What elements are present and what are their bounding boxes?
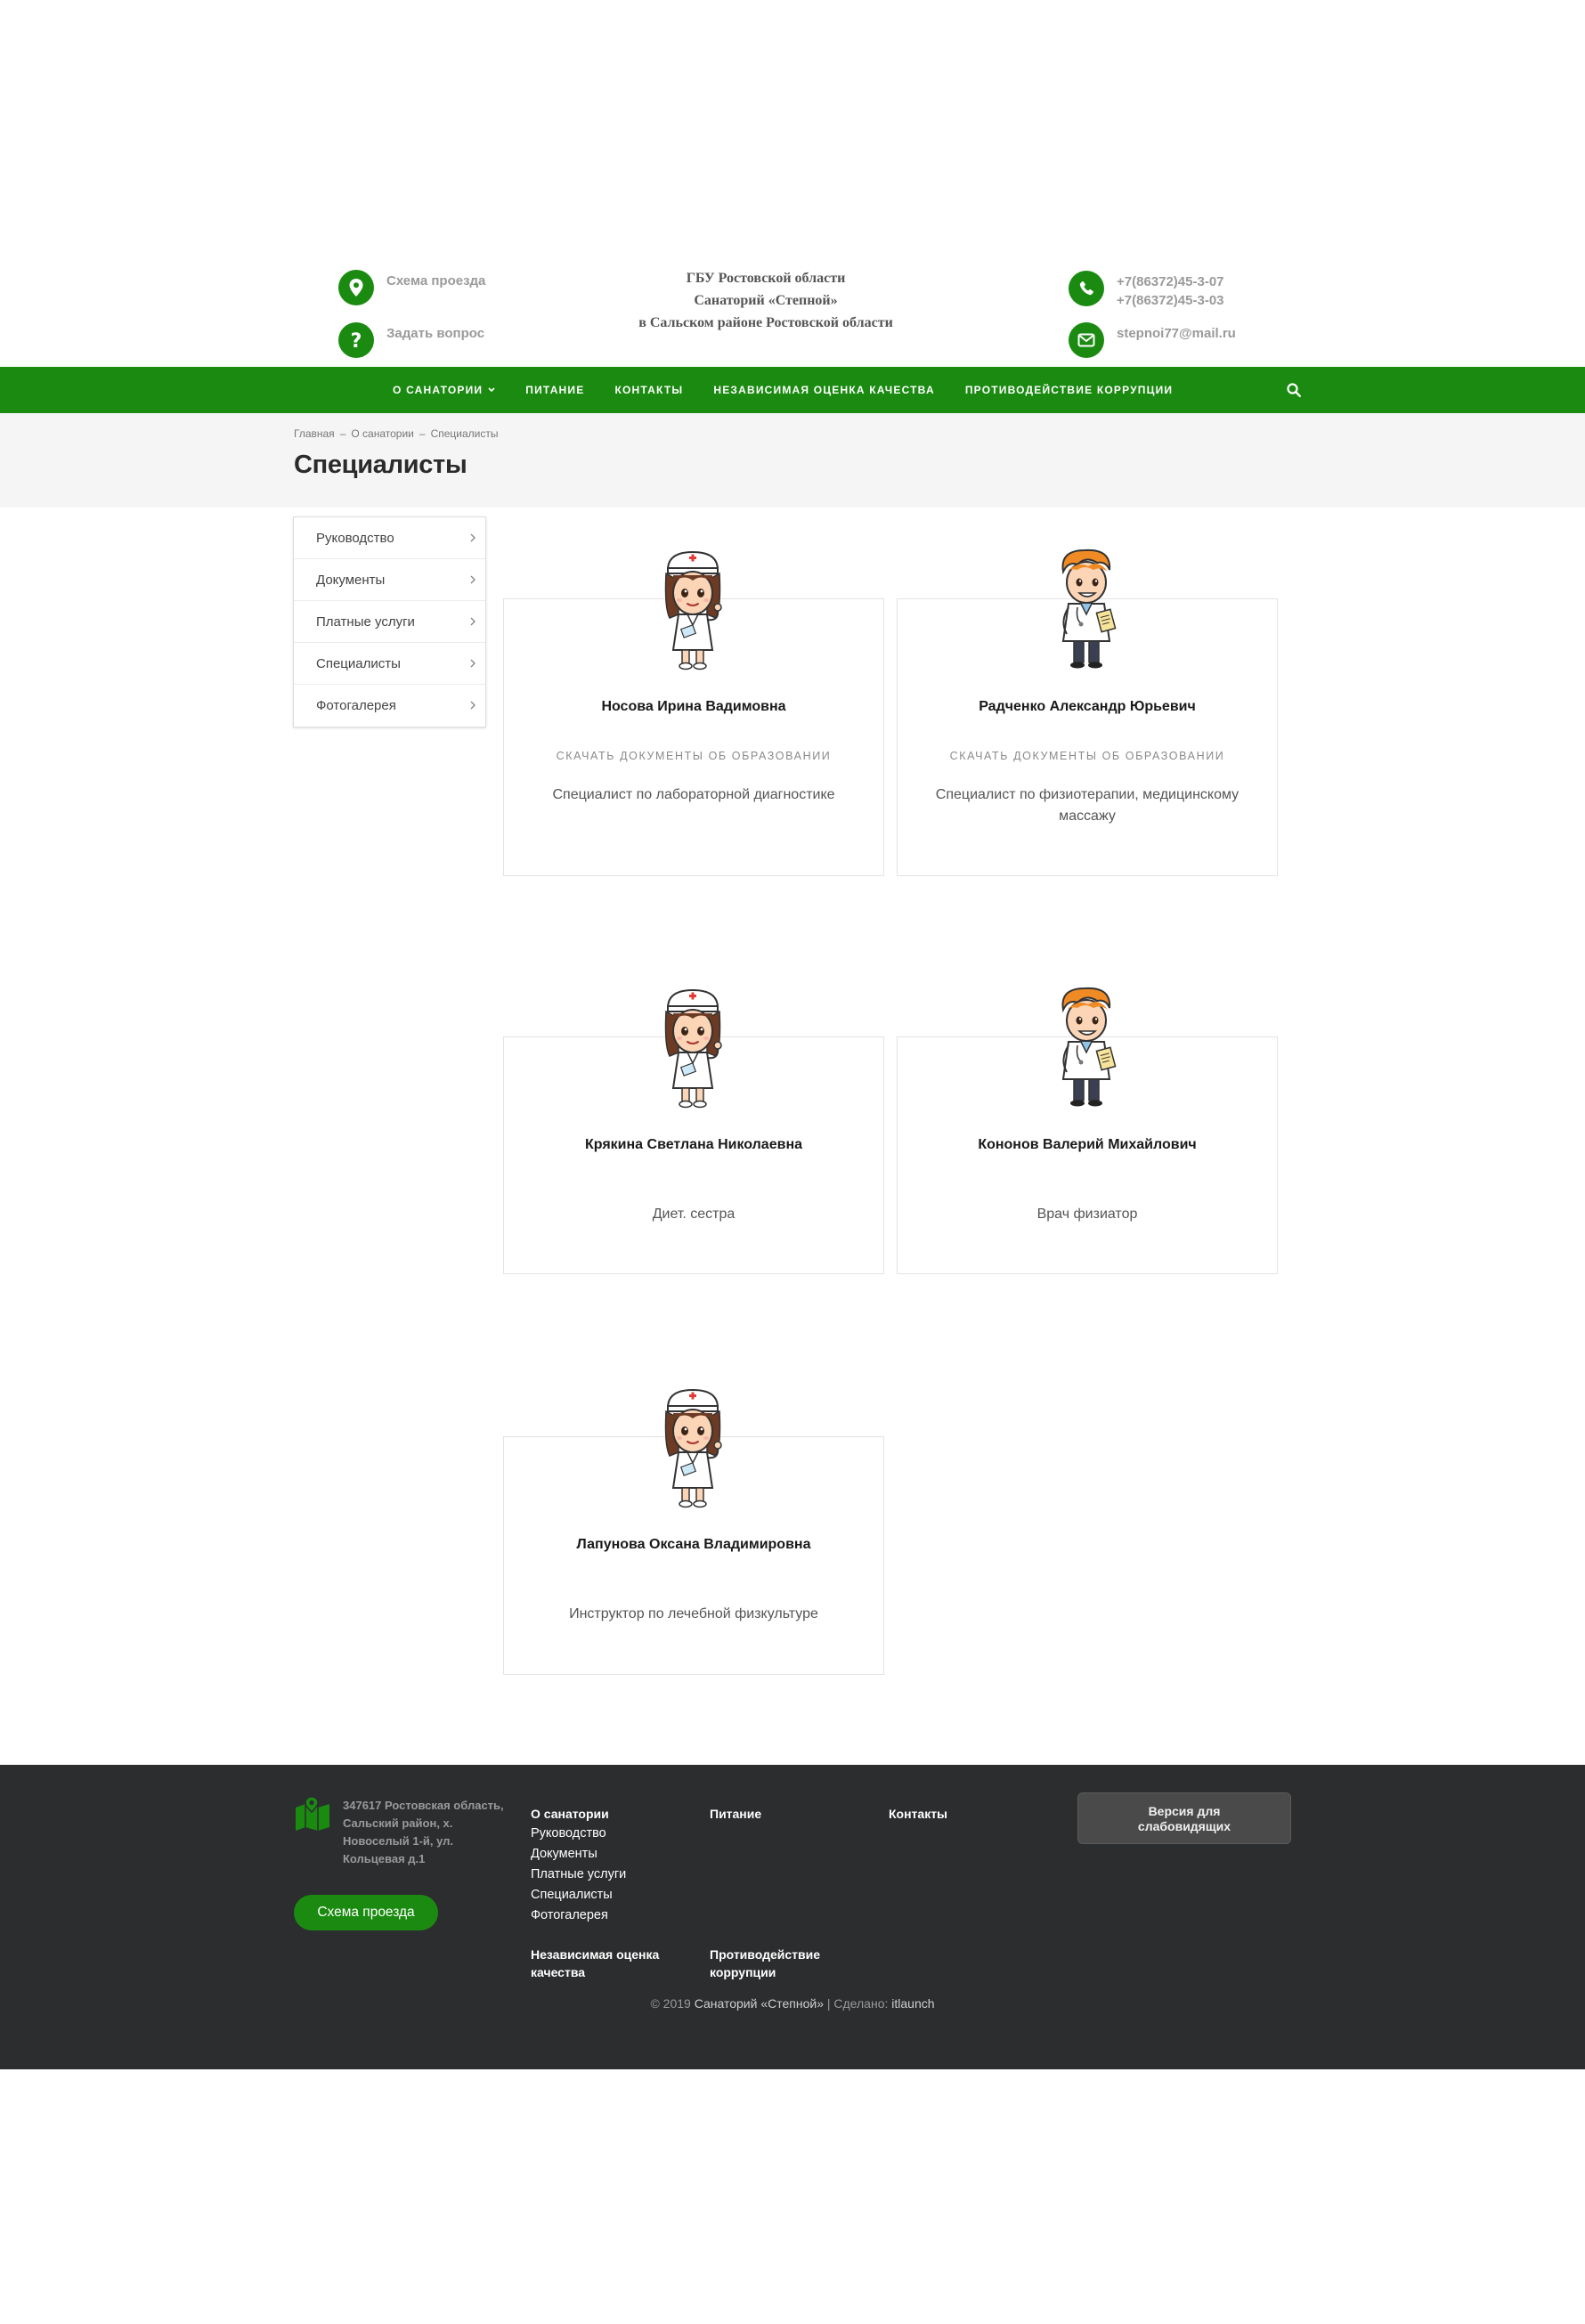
chevron-down-icon — [488, 387, 495, 393]
specialist-name: Радченко Александр Юрьевич — [979, 699, 1196, 714]
footer-col-contacts[interactable]: Контакты — [889, 1805, 947, 1823]
org-title: ГБУ Ростовской области Санаторий «Степно… — [588, 267, 944, 334]
copyright-year: © 2019 — [650, 1996, 691, 2011]
nurse-avatar — [648, 1383, 737, 1509]
nav-item-contacts[interactable]: КОНТАКТЫ — [614, 384, 683, 396]
main-nav: О САНАТОРИИ ПИТАНИЕ КОНТАКТЫ НЕЗАВИСИМАЯ… — [0, 367, 1585, 413]
footer-directions-button[interactable]: Схема проезда — [294, 1895, 438, 1930]
sidebar-item-gallery[interactable]: Фотогалерея — [294, 685, 485, 727]
nurse-avatar — [648, 983, 737, 1109]
chevron-right-icon — [470, 659, 476, 668]
phone-icon — [1069, 271, 1104, 306]
specialist-role: Врач физиатор — [1036, 1207, 1138, 1222]
directions-link-label: Схема проезда — [386, 273, 486, 288]
copyright-brand: Санаторий «Степной» — [694, 1996, 824, 2011]
nav-item-about-label: О САНАТОРИИ — [393, 384, 484, 396]
footer-col-quality[interactable]: Независимая оценка качества — [531, 1946, 682, 1981]
chevron-right-icon — [470, 701, 476, 710]
specialist-role: Инструктор по лечебной физкультуре — [569, 1606, 818, 1621]
specialist-role: Специалист по лабораторной диагностике — [552, 787, 835, 802]
site-footer: 347617 Ростовская область, Сальский райо… — [0, 1765, 1585, 2069]
map-pin-icon — [338, 270, 374, 305]
footer-link-documents[interactable]: Документы — [531, 1845, 597, 1863]
sidebar-item-documents[interactable]: Документы — [294, 559, 485, 601]
org-title-line3: в Сальском районе Ростовской области — [638, 315, 893, 330]
email-link[interactable]: stepnoi77@mail.ru — [1069, 322, 1236, 358]
sidebar-item-label: Руководство — [316, 531, 394, 546]
specialist-name: Лапунова Оксана Владимировна — [576, 1537, 811, 1552]
breadcrumb-separator: – — [419, 427, 426, 440]
footer-col-anticorruption[interactable]: Противодействие коррупции — [710, 1946, 843, 1981]
chevron-right-icon — [470, 617, 476, 626]
org-title-line1: ГБУ Ростовской области — [686, 271, 846, 286]
sidebar-item-label: Специалисты — [316, 656, 401, 671]
doctor-avatar — [1042, 983, 1131, 1109]
footer-link-specialists[interactable]: Специалисты — [531, 1886, 613, 1904]
specialist-name: Кононов Валерий Михайлович — [978, 1137, 1197, 1152]
low-vision-version-button[interactable]: Версия для слабовидящих — [1077, 1792, 1291, 1844]
breadcrumb-separator: – — [339, 427, 346, 440]
site-header: Схема проезда ? Задать вопрос ГБУ Ростов… — [0, 258, 1585, 367]
phone-1[interactable]: +7(86372)45-3-07 — [1117, 272, 1224, 291]
phone-2[interactable]: +7(86372)45-3-03 — [1117, 291, 1224, 310]
specialist-role: Диет. сестра — [652, 1207, 736, 1222]
breadcrumb-current: Специалисты — [430, 427, 499, 440]
specialist-name: Носова Ирина Вадимовна — [601, 699, 786, 714]
nav-item-quality[interactable]: НЕЗАВИСИМАЯ ОЦЕНКА КАЧЕСТВА — [713, 384, 935, 396]
chevron-right-icon — [470, 533, 476, 542]
directions-link[interactable]: Схема проезда — [338, 270, 485, 305]
search-icon[interactable] — [1286, 382, 1302, 398]
envelope-icon — [1069, 322, 1104, 358]
page-title: Специалисты — [294, 451, 467, 479]
nav-item-anticorruption[interactable]: ПРОТИВОДЕЙСТВИЕ КОРРУПЦИИ — [965, 384, 1173, 396]
map-icon — [296, 1796, 329, 1831]
footer-link-management[interactable]: Руководство — [531, 1824, 606, 1842]
page-title-band: Главная – О санатории – Специалисты Специали… — [0, 413, 1585, 508]
footer-col-food[interactable]: Питание — [710, 1805, 761, 1823]
org-title-line2: Санаторий «Степной» — [694, 293, 838, 308]
download-docs-link[interactable]: СКАЧАТЬ ДОКУМЕНТЫ ОБ ОБРАЗОВАНИИ — [503, 750, 884, 762]
breadcrumb: Главная – О санатории – Специалисты — [294, 427, 498, 440]
developer-link[interactable]: itlaunch — [891, 1996, 934, 2011]
ask-question-link[interactable]: ? Задать вопрос — [338, 322, 484, 358]
footer-address: 347617 Ростовская область, Сальский райо… — [343, 1799, 504, 1865]
svg-text:?: ? — [351, 330, 362, 351]
breadcrumb-home[interactable]: Главная — [294, 427, 335, 440]
sidebar-item-label: Платные услуги — [316, 614, 415, 630]
footer-link-gallery[interactable]: Фотогалерея — [531, 1906, 608, 1924]
sidebar-item-label: Фотогалерея — [316, 698, 396, 713]
sidebar-item-label: Документы — [316, 573, 386, 588]
download-docs-link[interactable]: СКАЧАТЬ ДОКУМЕНТЫ ОБ ОБРАЗОВАНИИ — [897, 750, 1278, 762]
footer-link-paid-services[interactable]: Платные услуги — [531, 1865, 626, 1883]
phone-block: +7(86372)45-3-07 +7(86372)45-3-03 — [1069, 271, 1224, 310]
nurse-avatar — [648, 545, 737, 671]
copyright: © 2019 Санаторий «Степной» | Сделано: it… — [0, 1996, 1585, 2011]
question-icon: ? — [338, 322, 374, 358]
specialist-role: Специалист по физиотерапии, медицинскому… — [935, 787, 1240, 824]
email-label: stepnoi77@mail.ru — [1117, 326, 1236, 341]
sidebar-menu: Руководство Документы Платные услуги Спе… — [293, 516, 486, 727]
doctor-avatar — [1042, 545, 1131, 671]
copyright-made-by: | Сделано: — [826, 1996, 889, 2011]
ask-question-label: Задать вопрос — [386, 326, 485, 341]
chevron-right-icon — [470, 575, 476, 584]
nav-item-food[interactable]: ПИТАНИЕ — [525, 384, 584, 396]
sidebar-item-specialists[interactable]: Специалисты — [294, 643, 485, 685]
low-vision-label: Версия для слабовидящих — [1137, 1804, 1231, 1833]
nav-item-about[interactable]: О САНАТОРИИ — [393, 384, 495, 396]
breadcrumb-about[interactable]: О санатории — [351, 427, 414, 440]
nav-items: О САНАТОРИИ ПИТАНИЕ КОНТАКТЫ НЕЗАВИСИМАЯ… — [393, 367, 1203, 413]
sidebar-item-management[interactable]: Руководство — [294, 517, 485, 559]
footer-col-about[interactable]: О санатории — [531, 1805, 609, 1823]
specialist-name: Крякина Светлана Николаевна — [585, 1137, 802, 1152]
sidebar-item-paid-services[interactable]: Платные услуги — [294, 601, 485, 643]
